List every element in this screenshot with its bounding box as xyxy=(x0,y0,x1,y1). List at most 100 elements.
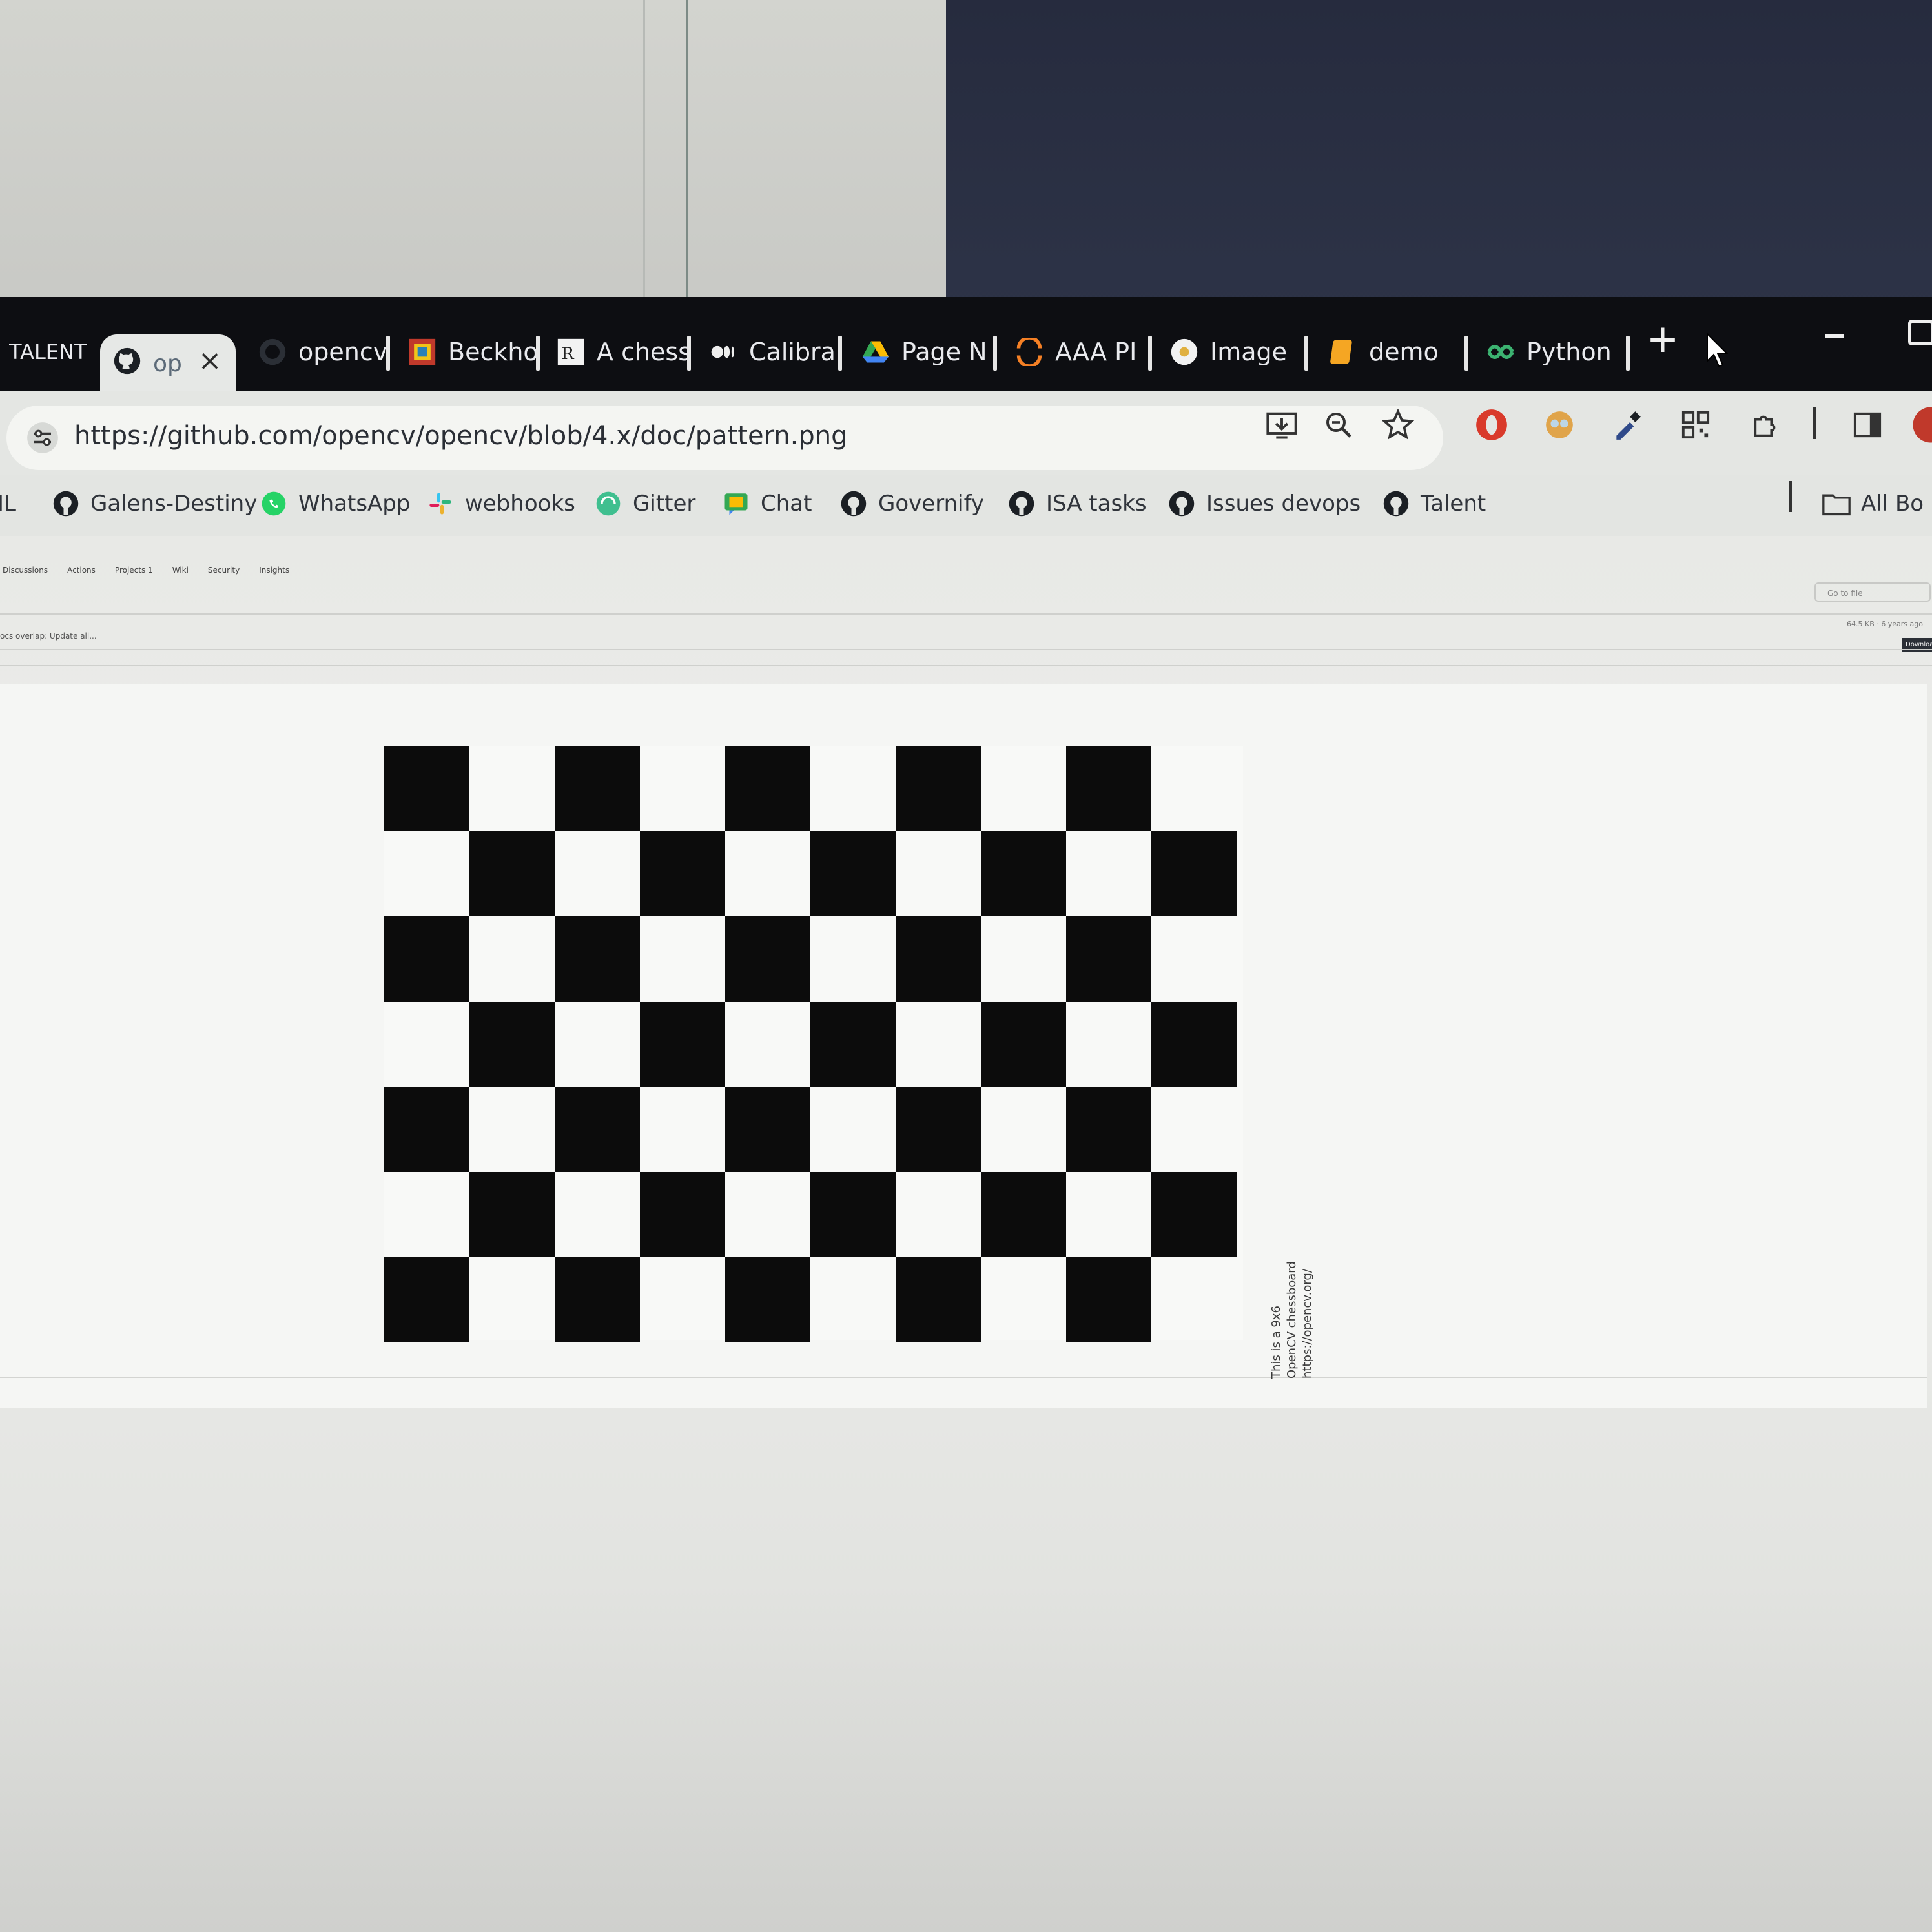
new-tab-button[interactable]: + xyxy=(1643,316,1682,362)
medium-icon xyxy=(709,338,737,366)
chessboard-square xyxy=(1151,1002,1237,1087)
tab-title: A chess xyxy=(597,338,692,366)
tab-title: TALENT xyxy=(9,340,87,364)
zoom-icon[interactable] xyxy=(1319,406,1358,444)
tab-chess[interactable]: R A chess xyxy=(557,323,691,381)
chessboard-square xyxy=(725,1087,810,1172)
chessboard-square xyxy=(896,1087,981,1172)
chessboard-square xyxy=(1066,1257,1151,1342)
extension-face-icon[interactable] xyxy=(1540,406,1579,444)
tab-beckhoff[interactable]: Beckho xyxy=(408,323,539,381)
tab-demo[interactable]: demo xyxy=(1329,323,1439,381)
bookmark-label: WhatsApp xyxy=(298,491,411,517)
folder-icon xyxy=(1822,489,1851,518)
tab-title: op xyxy=(153,350,182,377)
chessboard-square xyxy=(810,831,896,916)
nav-discussions[interactable]: Discussions xyxy=(3,566,48,575)
divider xyxy=(0,649,1932,650)
chessboard-square xyxy=(469,1172,555,1257)
chessboard-square xyxy=(1151,1172,1237,1257)
nav-wiki[interactable]: Wiki xyxy=(172,566,189,575)
tab-close-button[interactable]: × xyxy=(194,341,226,380)
tab-title: opencv xyxy=(298,338,388,366)
minimize-button[interactable] xyxy=(1822,323,1848,349)
tab-separator xyxy=(687,336,691,371)
chessboard-square xyxy=(555,916,640,1002)
tab-separator xyxy=(993,336,997,371)
tab-aaa[interactable]: AAA PI xyxy=(1015,323,1136,381)
bookmark-galens-destiny[interactable]: Galens-Destiny xyxy=(52,481,257,526)
bookmark-chat[interactable]: Chat xyxy=(722,481,812,526)
install-app-icon[interactable] xyxy=(1262,406,1301,444)
bookmark-issues-devops[interactable]: Issues devops xyxy=(1167,481,1361,526)
bookmark-star-icon[interactable] xyxy=(1379,406,1417,444)
bookmark-gitter[interactable]: Gitter xyxy=(594,481,695,526)
github-icon xyxy=(113,347,141,381)
nav-security[interactable]: Security xyxy=(208,566,240,575)
tab-python[interactable]: Python xyxy=(1486,323,1612,381)
tab-title: demo xyxy=(1369,338,1439,366)
nav-projects[interactable]: Projects 1 xyxy=(115,566,153,575)
beckhoff-icon xyxy=(408,338,437,366)
chessboard-square xyxy=(384,1257,469,1342)
extensions-puzzle-icon[interactable] xyxy=(1747,406,1785,444)
nav-actions[interactable]: Actions xyxy=(67,566,96,575)
tab-separator xyxy=(536,336,540,371)
github-icon xyxy=(1007,489,1036,518)
svg-text:R: R xyxy=(561,344,574,364)
bookmark-isa-tasks[interactable]: ISA tasks xyxy=(1007,481,1147,526)
desktop-background-right xyxy=(946,0,1932,310)
bookmark-talent[interactable]: Talent xyxy=(1382,481,1486,526)
chessboard-square xyxy=(896,746,981,831)
bookmark-il[interactable]: IL xyxy=(0,481,16,526)
chessboard-square xyxy=(1066,746,1151,831)
github-icon xyxy=(1382,489,1410,518)
caption-line: https://opencv.org/ xyxy=(1300,1269,1314,1379)
tab-title: Page N xyxy=(901,338,987,366)
bookmark-whatsapp[interactable]: WhatsApp xyxy=(260,481,410,526)
drive-icon xyxy=(861,338,890,366)
image-icon xyxy=(1170,338,1198,366)
chessboard-square xyxy=(810,1172,896,1257)
go-to-file-input[interactable]: Go to file xyxy=(1814,582,1931,602)
chessboard-square xyxy=(981,1172,1066,1257)
bookmark-label: Galens-Destiny xyxy=(90,491,258,517)
rstudio-icon: R xyxy=(557,338,585,366)
chessboard-square xyxy=(725,916,810,1002)
bookmark-governify[interactable]: Governify xyxy=(839,481,984,526)
bookmark-webhooks[interactable]: webhooks xyxy=(426,481,575,526)
tab-talent[interactable]: TALENT xyxy=(9,323,87,381)
tab-page[interactable]: Page N xyxy=(861,323,987,381)
latest-commit-text[interactable]: ocs overlap: Update all... xyxy=(0,632,97,641)
chessboard-square xyxy=(384,1087,469,1172)
mouse-cursor-icon xyxy=(1706,332,1732,371)
chessboard-square xyxy=(725,746,810,831)
python-icon xyxy=(1486,338,1515,366)
tab-title: Image xyxy=(1210,338,1288,366)
maximize-button[interactable] xyxy=(1908,320,1932,345)
nav-insights[interactable]: Insights xyxy=(259,566,289,575)
swirl-icon xyxy=(1015,338,1043,366)
site-settings-icon[interactable] xyxy=(26,421,59,455)
tab-title: Python xyxy=(1526,338,1612,366)
all-bookmarks-button[interactable]: All Bo xyxy=(1822,481,1924,526)
tab-image[interactable]: Image xyxy=(1170,323,1287,381)
chessboard-square xyxy=(640,1172,725,1257)
bookmark-label: Governify xyxy=(878,491,985,517)
tab-calibra[interactable]: Calibra xyxy=(709,323,836,381)
caption-line: This is a 9x6 xyxy=(1269,1306,1283,1379)
chessboard-square xyxy=(1151,831,1237,916)
profile-avatar[interactable] xyxy=(1911,406,1932,444)
url-text[interactable]: https://github.com/opencv/opencv/blob/4.… xyxy=(74,416,848,455)
gitter-icon xyxy=(594,489,622,518)
opera-extension-icon[interactable] xyxy=(1472,406,1511,444)
qr-code-icon[interactable] xyxy=(1676,406,1715,444)
chessboard-square xyxy=(1066,1087,1151,1172)
chessboard-square xyxy=(981,1002,1066,1087)
side-panel-icon[interactable] xyxy=(1848,406,1887,444)
tab-opencv[interactable]: opencv xyxy=(258,323,387,381)
eyedropper-icon[interactable] xyxy=(1608,406,1647,444)
tab-title: Calibra xyxy=(749,338,836,366)
caption-line: OpenCV chessboard xyxy=(1285,1261,1299,1379)
divider xyxy=(0,665,1932,666)
